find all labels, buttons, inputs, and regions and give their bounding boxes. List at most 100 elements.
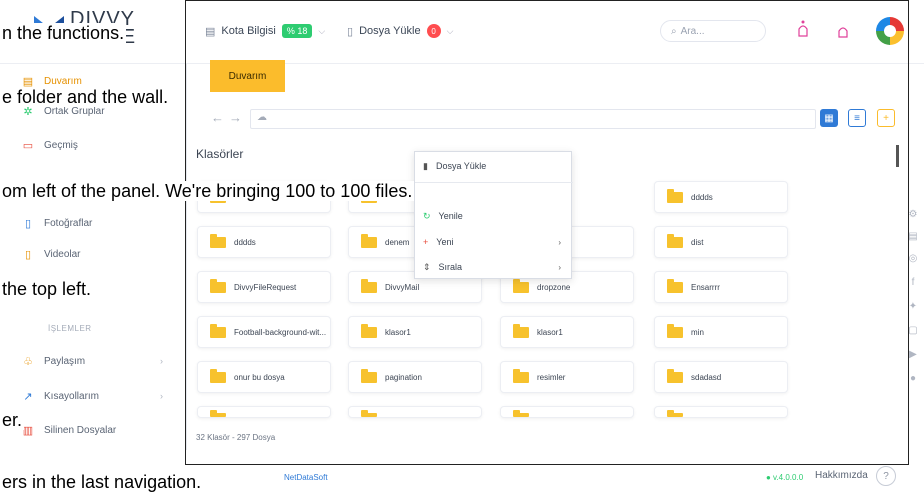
chevron-down-icon: ⌵ bbox=[318, 25, 326, 36]
folder-icon bbox=[361, 278, 377, 293]
app-window: DIVVY DRIVE ▤ Kota Bilgisi % 18 ⌵ ▯ Dosy… bbox=[0, 0, 924, 497]
folder-card[interactable]: dddds bbox=[654, 181, 788, 213]
plus-icon: + bbox=[883, 112, 889, 124]
folder-icon bbox=[513, 278, 529, 293]
sidebar-item-label: Geçmiş bbox=[44, 139, 78, 151]
forward-icon[interactable]: → bbox=[229, 110, 242, 125]
chevron-right-icon: › bbox=[160, 391, 163, 401]
folder-card[interactable] bbox=[654, 406, 788, 418]
sidebar-item-label: Kısayollarım bbox=[44, 390, 100, 402]
settings-icon[interactable]: ⚙ bbox=[907, 208, 919, 220]
folder-name: sdadasd bbox=[691, 372, 722, 382]
sort-icon: ⇕ bbox=[423, 261, 431, 272]
tooltip: Duvarım bbox=[210, 60, 285, 92]
play-store-icon[interactable]: ▶ bbox=[907, 348, 919, 360]
notification-icon[interactable] bbox=[836, 24, 850, 40]
context-item-sort[interactable]: ⇕ Sırala › bbox=[423, 259, 563, 275]
folder-card[interactable] bbox=[197, 406, 331, 418]
overlay-text-5: er. bbox=[0, 410, 25, 430]
context-item-new[interactable]: + Yeni › bbox=[423, 234, 563, 250]
folder-card[interactable] bbox=[348, 406, 482, 418]
navigation-row: ← → ☁ ▦ ≡ + bbox=[207, 109, 903, 132]
folder-icon bbox=[667, 188, 683, 203]
doc-icon[interactable]: ▤ bbox=[907, 230, 919, 242]
scrollbar[interactable] bbox=[896, 145, 899, 167]
folder-name: dropzone bbox=[537, 282, 571, 292]
apple-icon[interactable]: ● bbox=[907, 372, 919, 384]
list-view-button[interactable]: ≡ bbox=[848, 109, 866, 127]
back-icon[interactable]: ← bbox=[211, 110, 224, 125]
folder-icon bbox=[210, 278, 226, 293]
add-button[interactable]: + bbox=[877, 109, 895, 127]
folder-card[interactable]: Football-background-wit... bbox=[197, 316, 331, 348]
grid-view-button[interactable]: ▦ bbox=[820, 109, 838, 127]
folder-icon bbox=[667, 410, 683, 417]
help-button[interactable]: ? bbox=[876, 466, 896, 486]
twitter-icon[interactable]: ✦ bbox=[907, 300, 919, 312]
context-item-label: Yeni bbox=[436, 237, 454, 247]
overlay-text-3: om left of the panel. We're bringing 100… bbox=[0, 181, 415, 201]
instagram-icon[interactable]: ▢ bbox=[907, 324, 919, 336]
folder-card[interactable]: dddds bbox=[197, 226, 331, 258]
sidebar-item-history[interactable]: ▭ Geçmiş bbox=[22, 136, 78, 154]
folder-icon bbox=[667, 323, 683, 338]
folder-card[interactable]: sdadasd bbox=[654, 361, 788, 393]
sidebar-item-photos[interactable]: ▯ Fotoğraflar bbox=[22, 214, 92, 232]
context-item-refresh[interactable]: ↻ Yenile bbox=[423, 208, 563, 224]
quota-menu[interactable]: ▤ Kota Bilgisi % 18 ⌵ bbox=[205, 20, 325, 42]
wall-icon: ▤ bbox=[22, 75, 34, 88]
overlay-text-2: e folder and the wall. bbox=[0, 87, 171, 107]
path-bar[interactable]: ☁ bbox=[250, 109, 816, 129]
bell-icon[interactable] bbox=[796, 20, 810, 40]
folder-name: onur bu dosya bbox=[234, 372, 285, 382]
grid-icon: ▦ bbox=[824, 112, 834, 124]
folder-card[interactable]: pagination bbox=[348, 361, 482, 393]
list-icon: ≡ bbox=[854, 112, 860, 124]
folder-name: resimler bbox=[537, 372, 566, 382]
folder-card[interactable]: onur bu dosya bbox=[197, 361, 331, 393]
sidebar-item-deleted-files[interactable]: ▥ Silinen Dosyalar bbox=[22, 421, 116, 439]
folder-name: dist bbox=[691, 237, 704, 247]
avatar[interactable] bbox=[876, 17, 904, 45]
refresh-icon: ↻ bbox=[423, 210, 431, 221]
upload-menu[interactable]: ▯ Dosya Yükle 0 ⌵ bbox=[347, 20, 453, 42]
top-bar: DIVVY DRIVE ▤ Kota Bilgisi % 18 ⌵ ▯ Dosy… bbox=[0, 0, 924, 64]
cloud-icon: ☁ bbox=[257, 112, 267, 123]
file-icon: ▮ bbox=[423, 160, 428, 171]
folder-card[interactable]: DivvyFileRequest bbox=[197, 271, 331, 303]
sidebar-item-shortcuts[interactable]: ↗ Kısayollarım › bbox=[22, 387, 163, 405]
divider bbox=[415, 182, 573, 183]
shortcut-icon: ↗ bbox=[23, 390, 33, 403]
folder-icon bbox=[210, 323, 226, 338]
folder-card[interactable]: klasor1 bbox=[500, 316, 634, 348]
sidebar-item-label: Silinen Dosyalar bbox=[44, 424, 117, 436]
folder-card[interactable]: min bbox=[654, 316, 788, 348]
chevron-right-icon: › bbox=[160, 356, 163, 366]
facebook-icon[interactable]: f bbox=[907, 276, 919, 288]
status-bar: 32 Klasör - 297 Dosya bbox=[196, 433, 276, 442]
folder-name: dddds bbox=[234, 237, 256, 247]
context-item-label: Yenile bbox=[438, 211, 463, 221]
link-icon[interactable]: ◎ bbox=[907, 252, 919, 264]
search-input[interactable]: ⌕ Ara... bbox=[660, 20, 766, 42]
about-link[interactable]: Hakkımızda bbox=[815, 470, 868, 481]
folder-card[interactable]: resimler bbox=[500, 361, 634, 393]
folder-name: klasor1 bbox=[537, 327, 563, 337]
share-icon: ♧ bbox=[23, 355, 33, 368]
folder-name: DivvyMail bbox=[385, 282, 420, 292]
company-link[interactable]: NetDataSoft bbox=[284, 473, 328, 482]
folder-card[interactable] bbox=[500, 406, 634, 418]
folder-card[interactable]: dist bbox=[654, 226, 788, 258]
sidebar-item-videos[interactable]: ▯ Videolar bbox=[22, 245, 81, 263]
folder-name: pagination bbox=[385, 372, 422, 382]
plus-icon: + bbox=[423, 237, 429, 247]
context-item-upload[interactable]: ▮ Dosya Yükle bbox=[423, 158, 563, 174]
sidebar-item-label: Duvarım bbox=[44, 75, 82, 87]
overlay-text-6: ers in the last navigation. bbox=[0, 472, 204, 492]
upload-label: Dosya Yükle bbox=[359, 25, 421, 37]
sidebar-item-sharing[interactable]: ♧ Paylaşım › bbox=[22, 352, 163, 370]
quota-label: Kota Bilgisi bbox=[221, 25, 276, 37]
overlay-text-4: the top left. bbox=[0, 279, 94, 299]
folder-card[interactable]: Ensarrrr bbox=[654, 271, 788, 303]
folder-card[interactable]: klasor1 bbox=[348, 316, 482, 348]
